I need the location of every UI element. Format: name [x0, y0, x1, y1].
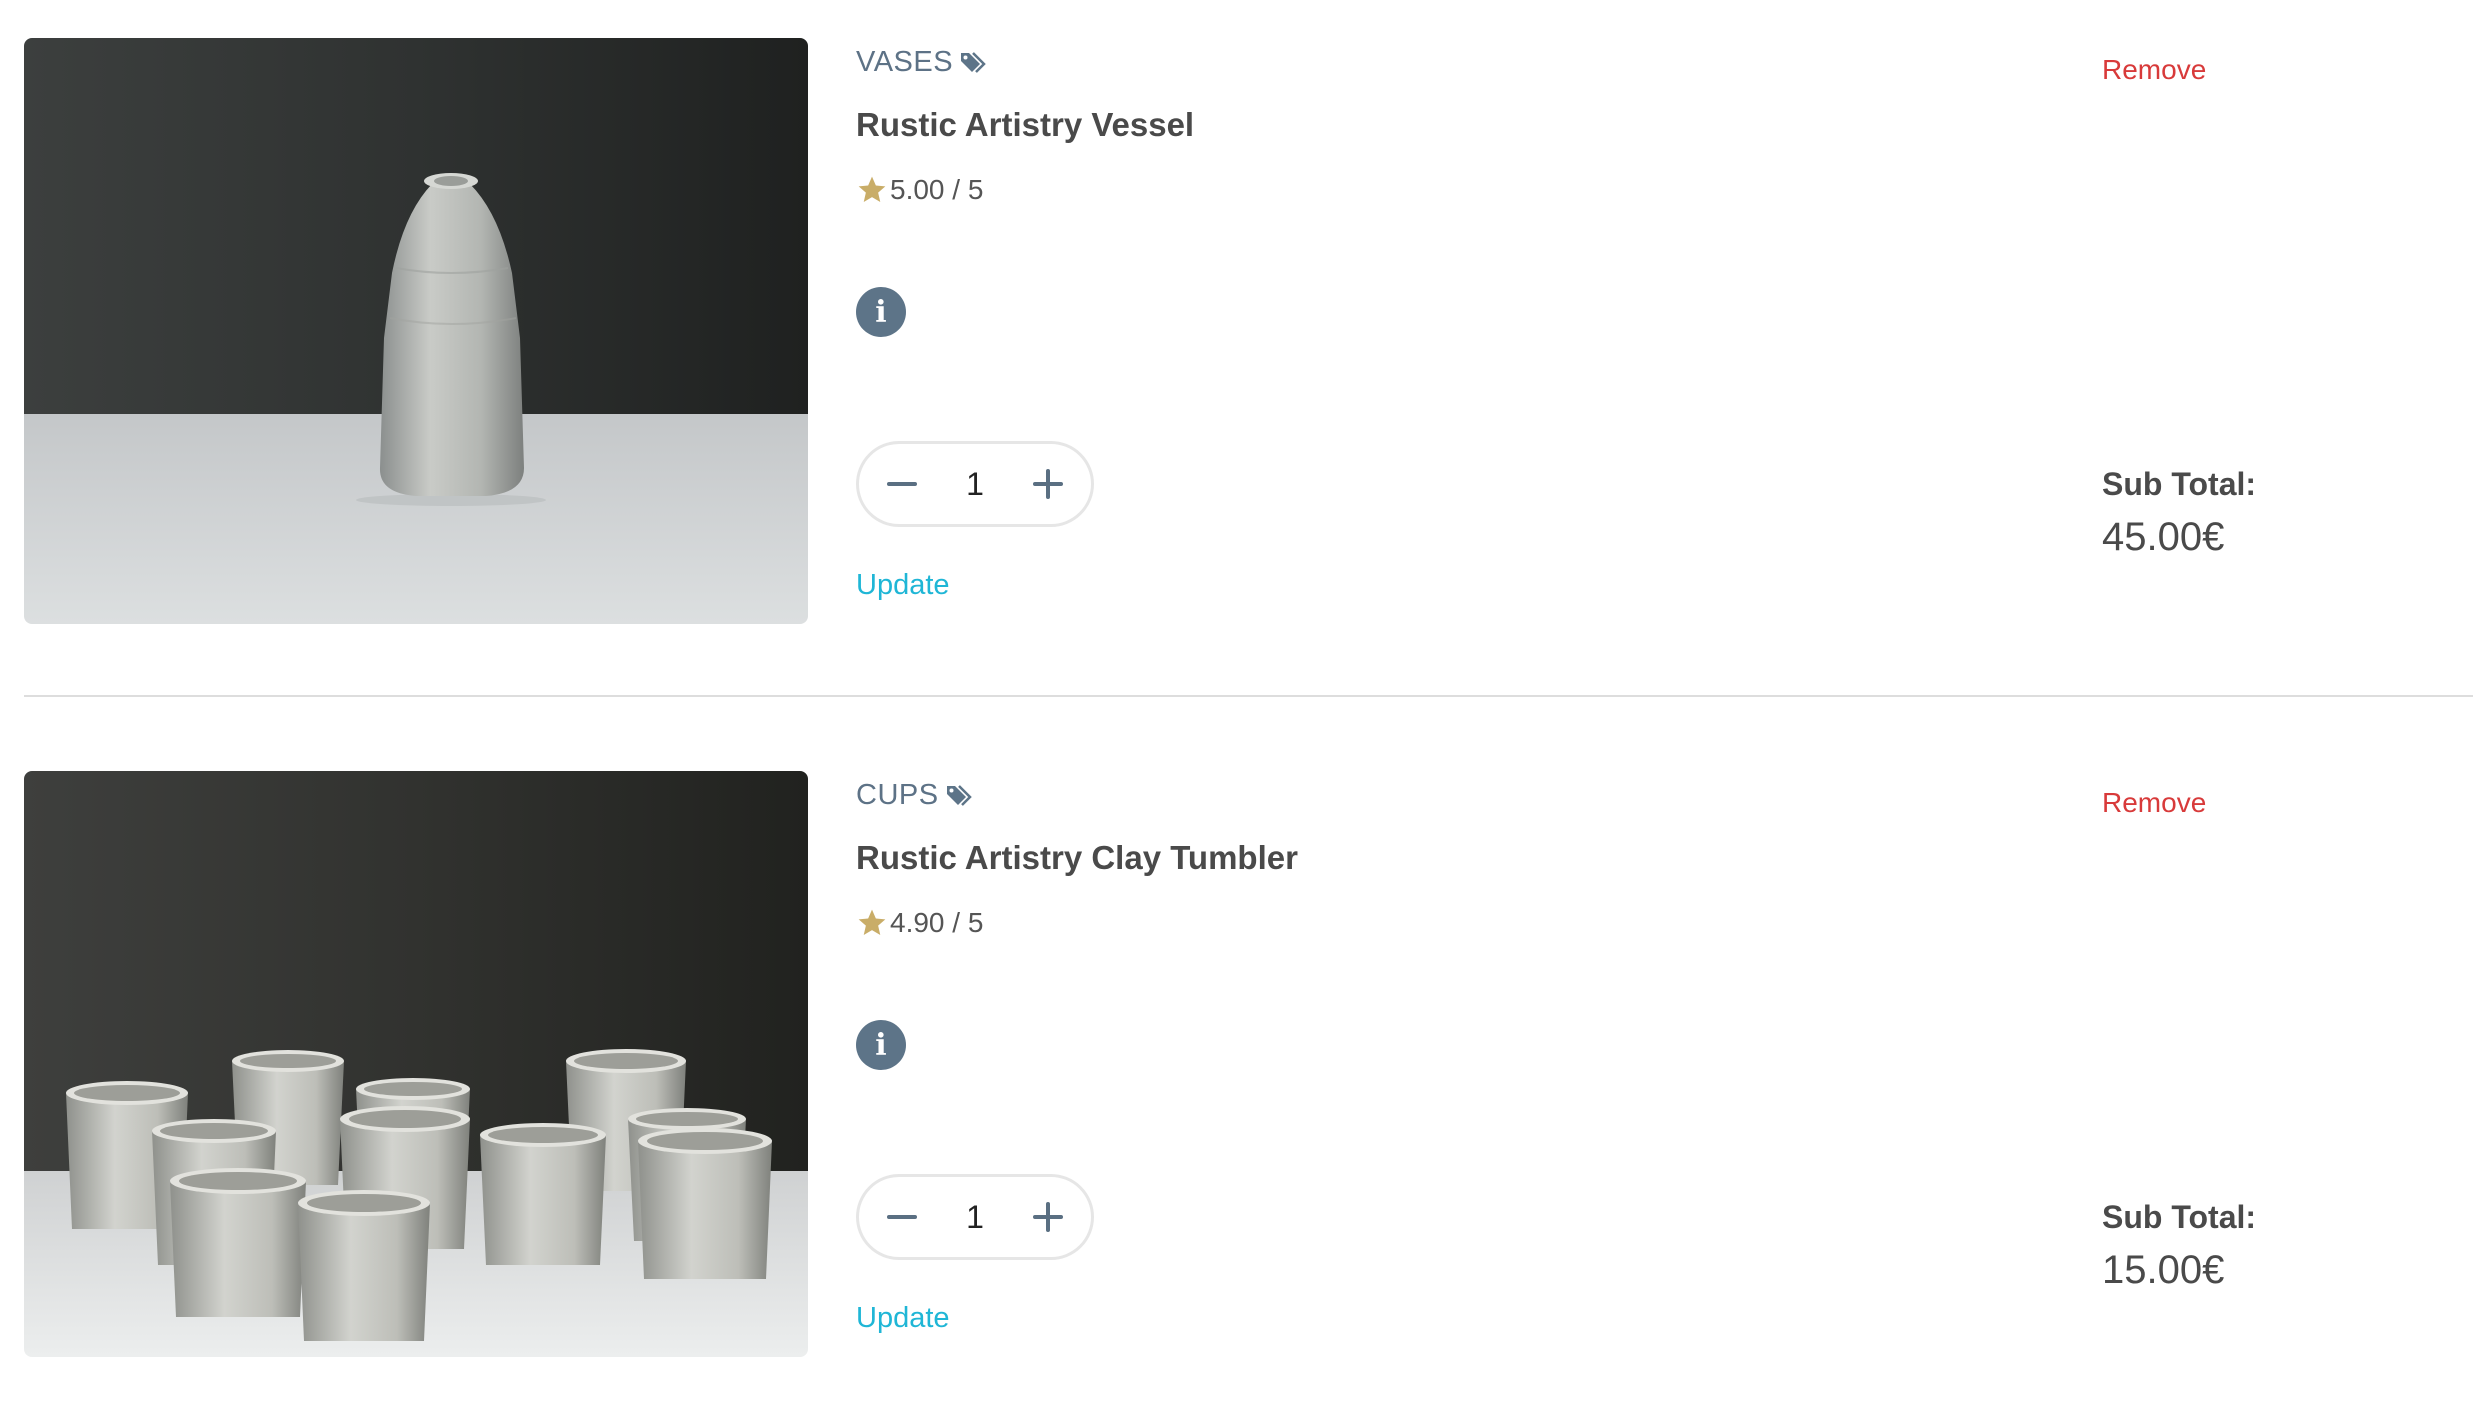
quantity-stepper: 1	[856, 1174, 1094, 1260]
increment-button[interactable]	[1023, 459, 1073, 509]
rating-value: 5.00 / 5	[890, 174, 984, 205]
subtotal-value: 45.00€	[2102, 515, 2225, 559]
category-label: CUPS	[856, 779, 975, 812]
product-image-vase[interactable]	[24, 38, 808, 624]
decrement-button[interactable]	[877, 459, 927, 509]
remove-link[interactable]: Remove	[2102, 787, 2206, 819]
product-image-tumbler[interactable]	[24, 771, 808, 1357]
rating: 4.90 / 5	[856, 907, 983, 939]
quantity-stepper: 1	[856, 441, 1094, 527]
increment-button[interactable]	[1023, 1192, 1073, 1242]
subtotal-label: Sub Total:	[2102, 466, 2257, 502]
category-label: VASES	[856, 46, 989, 79]
rating-value: 4.90 / 5	[890, 907, 984, 938]
product-name[interactable]: Rustic Artistry Clay Tumbler	[856, 839, 1298, 877]
product-name[interactable]: Rustic Artistry Vessel	[856, 106, 1194, 144]
cart-item: VASES Rustic Artistry Vessel 5.00 / 5 i …	[0, 0, 2473, 697]
tags-icon	[945, 783, 975, 809]
update-link[interactable]: Update	[856, 569, 950, 602]
update-link[interactable]: Update	[856, 1302, 950, 1335]
category-text: VASES	[856, 46, 954, 78]
subtotal-value: 15.00€	[2102, 1248, 2225, 1292]
cart-item: CUPS Rustic Artistry Clay Tumbler 4.90 /…	[0, 733, 2473, 1423]
tags-icon	[959, 50, 989, 76]
info-icon[interactable]: i	[856, 287, 906, 337]
info-icon[interactable]: i	[856, 1020, 906, 1070]
category-text: CUPS	[856, 779, 939, 811]
star-icon	[856, 174, 888, 206]
subtotal-label: Sub Total:	[2102, 1199, 2257, 1235]
item-divider	[24, 695, 2473, 697]
decrement-button[interactable]	[877, 1192, 927, 1242]
remove-link[interactable]: Remove	[2102, 54, 2206, 86]
rating: 5.00 / 5	[856, 174, 983, 206]
star-icon	[856, 907, 888, 939]
quantity-value[interactable]: 1	[945, 1199, 1005, 1236]
quantity-value[interactable]: 1	[945, 466, 1005, 503]
